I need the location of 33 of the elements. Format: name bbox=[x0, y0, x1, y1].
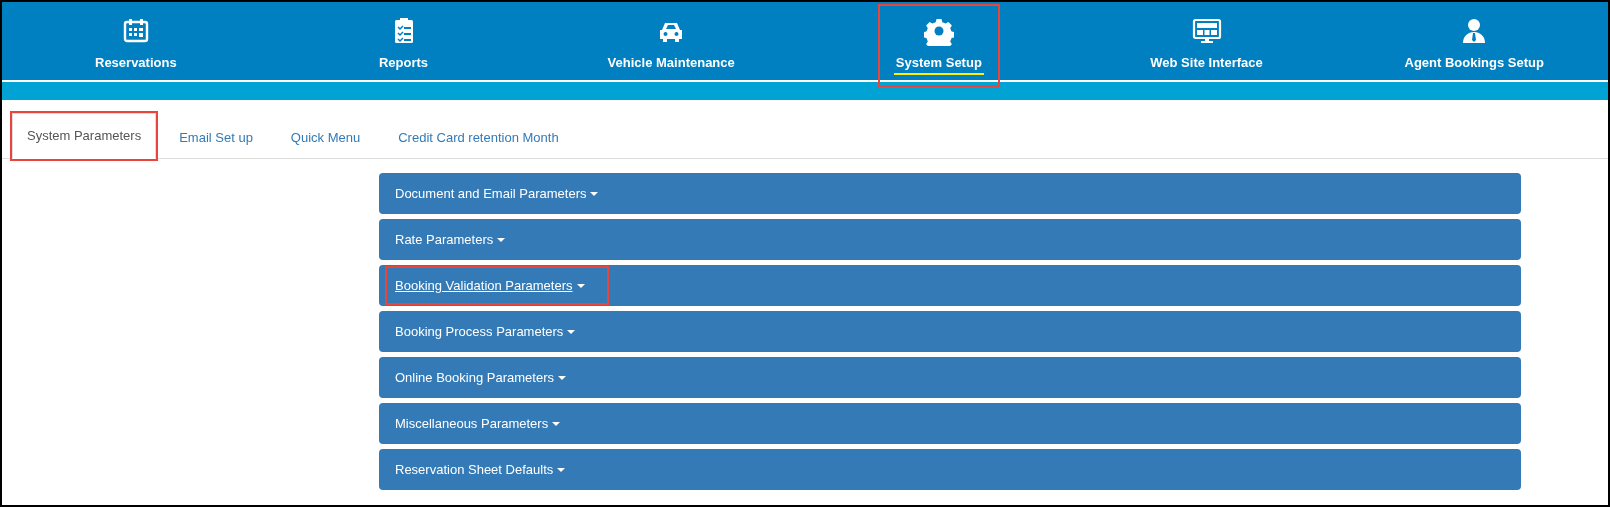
panel-title-link[interactable]: Document and Email Parameters bbox=[385, 174, 623, 213]
panel-title-link[interactable]: Booking Process Parameters bbox=[385, 312, 600, 351]
caret-icon bbox=[590, 191, 599, 196]
panel-title-link[interactable]: Rate Parameters bbox=[385, 220, 530, 259]
monitor-icon bbox=[1191, 16, 1222, 46]
panel-title-link[interactable]: Miscellaneous Parameters bbox=[385, 404, 585, 443]
tab[interactable]: Quick Menu bbox=[275, 115, 376, 159]
tab[interactable]: Credit Card retention Month bbox=[383, 115, 574, 159]
caret-icon bbox=[557, 467, 566, 472]
settings-icon bbox=[923, 16, 954, 46]
panel-header[interactable]: Reservation Sheet Defaults bbox=[379, 449, 1521, 490]
panel-title-link[interactable]: Booking Validation Parameters bbox=[385, 266, 609, 305]
tab[interactable]: System Parameters bbox=[12, 113, 157, 159]
caret-icon bbox=[558, 375, 566, 380]
caret-icon bbox=[552, 421, 561, 426]
panel-title-link[interactable]: Reservation Sheet Defaults bbox=[385, 450, 590, 489]
caret-icon bbox=[497, 237, 506, 242]
caret-icon bbox=[576, 283, 585, 288]
caret-icon bbox=[567, 329, 576, 334]
nav-item[interactable]: Web Site Interface bbox=[1134, 6, 1279, 81]
nav-item[interactable]: Agent Bookings Setup bbox=[1388, 6, 1560, 81]
panel-header[interactable]: Booking Validation Parameters bbox=[379, 265, 1521, 306]
nav-item[interactable]: Vehicle Maintenance bbox=[591, 6, 751, 81]
panel-header[interactable]: Booking Process Parameters bbox=[379, 311, 1521, 352]
nav-item[interactable]: Reservations bbox=[79, 6, 193, 81]
nav-item[interactable]: System Setup bbox=[879, 6, 998, 85]
tab[interactable]: Email Set up bbox=[164, 115, 268, 159]
panel-title-link[interactable]: Online Booking Parameters bbox=[385, 358, 590, 397]
panel-header[interactable]: Online Booking Parameters bbox=[379, 357, 1521, 398]
panel-header[interactable]: Rate Parameters bbox=[379, 219, 1521, 260]
panel-header[interactable]: Miscellaneous Parameters bbox=[379, 403, 1521, 444]
panel-header[interactable]: Document and Email Parameters bbox=[379, 173, 1521, 214]
nav-item[interactable]: Reports bbox=[362, 6, 445, 81]
